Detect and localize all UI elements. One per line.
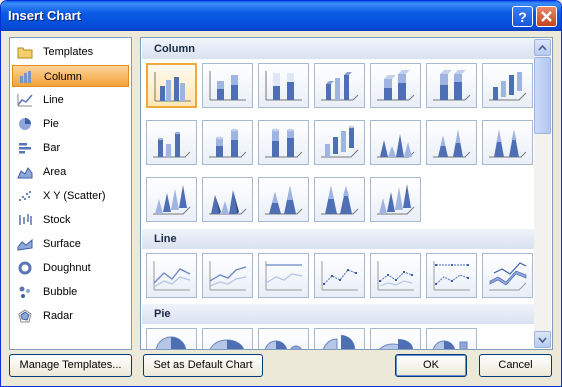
scroll-thumb[interactable] — [534, 57, 551, 134]
category-label: X Y (Scatter) — [43, 190, 106, 202]
chart-type-stacked-pyramid[interactable] — [258, 177, 309, 222]
chart-type-clustered-cone[interactable] — [370, 120, 421, 165]
chart-type-exploded-pie-3d[interactable] — [370, 328, 421, 349]
category-column[interactable]: Column — [12, 65, 129, 87]
category-label: Bubble — [43, 286, 78, 298]
chart-type-clustered-pyramid[interactable] — [202, 177, 253, 222]
category-label: Area — [43, 166, 67, 178]
chart-type-3d-line[interactable] — [482, 253, 533, 298]
dialog-title: Insert Chart — [8, 8, 81, 23]
bar-chart-icon — [19, 143, 31, 154]
chart-type-stacked-line-with-markers[interactable] — [370, 253, 421, 298]
scatter-chart-icon — [19, 191, 31, 201]
chart-type-3d-column[interactable] — [482, 63, 533, 108]
chart-category-list: Templates Column Line Pie Bar Area X Y (… — [9, 37, 132, 350]
category-bubble[interactable]: Bubble — [12, 281, 129, 303]
section-header-column: Column — [142, 39, 534, 59]
chart-type-100-stacked-cylinder[interactable] — [258, 120, 309, 165]
chart-type-stacked-column[interactable] — [202, 63, 253, 108]
category-bar[interactable]: Bar — [12, 137, 129, 159]
chevron-up-icon — [538, 44, 547, 51]
chart-type-3d-cone[interactable] — [146, 177, 197, 222]
help-button[interactable]: ? — [512, 6, 533, 27]
chart-type-3d-pie[interactable] — [202, 328, 253, 349]
chart-type-100-stacked-cone[interactable] — [482, 120, 533, 165]
close-icon — [541, 11, 552, 22]
chart-type-100-stacked-line-with-markers[interactable] — [426, 253, 477, 298]
category-label: Line — [43, 94, 64, 106]
scroll-down-button[interactable] — [534, 331, 551, 348]
folder-icon — [17, 47, 33, 59]
category-label: Templates — [43, 46, 94, 58]
category-templates[interactable]: Templates — [12, 41, 129, 63]
line-chart-icon — [17, 94, 33, 107]
category-label: Doughnut — [43, 262, 91, 274]
close-button[interactable] — [536, 6, 557, 27]
surface-chart-icon — [17, 238, 33, 251]
section-header-line: Line — [142, 229, 534, 249]
category-label: Bar — [43, 142, 61, 154]
gallery-scrollbar[interactable] — [534, 39, 551, 348]
chart-type-100-stacked-column[interactable] — [258, 63, 309, 108]
category-area[interactable]: Area — [12, 161, 129, 183]
column-chart-icon — [20, 71, 31, 83]
section-title: Line — [154, 233, 177, 245]
chart-type-pie-of-pie[interactable] — [258, 328, 309, 349]
chart-type-bar-of-pie[interactable] — [426, 328, 477, 349]
manage-templates-button[interactable]: Manage Templates... — [9, 354, 132, 377]
chart-type-3d-pyramid[interactable] — [370, 177, 421, 222]
category-label: Stock — [43, 214, 71, 226]
chevron-down-icon — [538, 337, 547, 344]
chart-type-100-stacked-line[interactable] — [258, 253, 309, 298]
chart-type-3d-cylinder[interactable] — [314, 120, 365, 165]
chart-type-line[interactable] — [146, 253, 197, 298]
bubble-chart-icon — [19, 286, 30, 298]
chart-type-clustered-column[interactable] — [146, 63, 197, 108]
chart-type-clustered-cylinder[interactable] — [146, 120, 197, 165]
category-label: Column — [44, 71, 82, 83]
category-label: Surface — [43, 238, 81, 250]
category-stock[interactable]: Stock — [12, 209, 129, 231]
chart-type-3d-clustered-column[interactable] — [314, 63, 365, 108]
pie-chart-icon — [19, 118, 31, 130]
category-pie[interactable]: Pie — [12, 113, 129, 135]
chart-type-stacked-line[interactable] — [202, 253, 253, 298]
category-line[interactable]: Line — [12, 89, 129, 111]
area-chart-icon — [17, 167, 33, 179]
chart-type-stacked-cone[interactable] — [426, 120, 477, 165]
set-default-chart-button[interactable]: Set as Default Chart — [143, 354, 263, 377]
chart-type-100-stacked-pyramid[interactable] — [314, 177, 365, 222]
chart-type-pie[interactable] — [146, 328, 197, 349]
section-title: Pie — [154, 308, 171, 320]
chart-type-stacked-cylinder[interactable] — [202, 120, 253, 165]
section-title: Column — [154, 43, 195, 55]
title-bar: Insert Chart ? — [1, 1, 561, 31]
cancel-button[interactable]: Cancel — [479, 354, 552, 377]
stock-chart-icon — [19, 214, 32, 225]
chart-type-line-with-markers[interactable] — [314, 253, 365, 298]
category-label: Pie — [43, 118, 59, 130]
category-doughnut[interactable]: Doughnut — [12, 257, 129, 279]
scroll-up-button[interactable] — [534, 39, 551, 56]
chart-type-exploded-pie[interactable] — [314, 328, 365, 349]
category-xy-scatter[interactable]: X Y (Scatter) — [12, 185, 129, 207]
ok-button[interactable]: OK — [395, 354, 467, 377]
category-surface[interactable]: Surface — [12, 233, 129, 255]
insert-chart-dialog: Insert Chart ? Templates Column Line Pie… — [0, 0, 562, 387]
chart-type-3d-stacked-column[interactable] — [370, 63, 421, 108]
category-radar[interactable]: Radar — [12, 305, 129, 327]
doughnut-chart-icon — [18, 261, 32, 275]
category-label: Radar — [43, 310, 73, 322]
radar-chart-icon — [18, 309, 32, 323]
section-header-pie: Pie — [142, 304, 534, 324]
chart-type-gallery: Column Line Pie — [140, 37, 553, 350]
chart-type-3d-100-stacked-column[interactable] — [426, 63, 477, 108]
